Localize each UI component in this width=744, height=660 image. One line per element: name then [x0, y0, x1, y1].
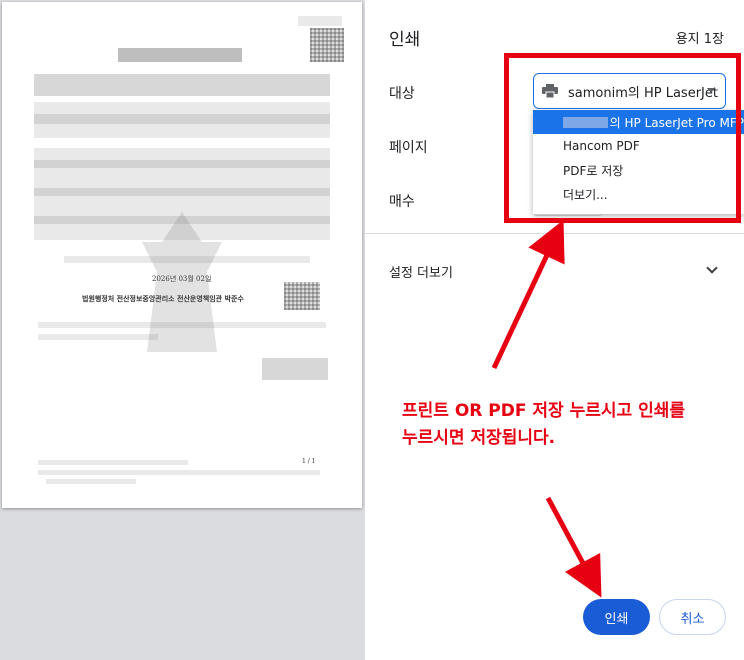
logo-mark — [298, 16, 342, 26]
destination-select[interactable]: samonim의 HP LaserJet — [533, 73, 726, 109]
dialog-title: 인쇄 — [389, 30, 421, 50]
family-table-row2 — [34, 188, 330, 196]
court-watermark — [142, 212, 222, 352]
destination-label: 대상 — [389, 86, 415, 102]
dropdown-option-save-as-pdf[interactable]: PDF로 저장 — [533, 158, 744, 182]
chevron-down-icon — [706, 262, 718, 274]
settings-divider — [365, 233, 744, 234]
destination-dropdown: 의 HP LaserJet Pro MFP Hancom PDF PDF로 저장… — [533, 110, 744, 214]
annotation-text: 프린트 OR PDF 저장 누르시고 인쇄를 누르시면 저장됩니다. — [402, 398, 742, 452]
print-button[interactable]: 인쇄 — [583, 599, 650, 635]
serial-block — [262, 358, 328, 380]
footer-line-2 — [38, 470, 320, 475]
document-title — [118, 48, 242, 62]
footer-page-number: 1 / 1 — [302, 458, 316, 465]
printer-icon — [542, 84, 558, 98]
qr-code-top — [310, 28, 344, 62]
more-settings-toggle[interactable]: 설정 더보기 — [365, 250, 744, 290]
cancel-button[interactable]: 취소 — [659, 599, 726, 635]
print-preview-area: 2026년 03월 02일 법원행정처 전산정보중앙관리소 전산운영책임관 박준… — [0, 0, 365, 660]
print-settings-panel: 인쇄 용지 1장 대상 samonim의 HP LaserJet 페이지 매수 … — [365, 0, 744, 660]
sheet-count: 용지 1장 — [675, 32, 724, 47]
qr-code-seal — [284, 282, 320, 310]
footer-line-1 — [38, 460, 188, 465]
info-table-3 — [34, 114, 330, 124]
copies-label: 매수 — [389, 194, 415, 210]
pages-label: 페이지 — [389, 140, 428, 156]
chevron-down-icon — [707, 88, 715, 93]
masked-username — [563, 116, 608, 128]
footer-line-3 — [46, 479, 136, 484]
dropdown-option-see-more[interactable]: 더보기... — [533, 182, 744, 206]
dropdown-option-hp-laserjet-pro[interactable]: 의 HP LaserJet Pro MFP — [533, 110, 744, 134]
preview-page: 2026년 03월 02일 법원행정처 전산정보중앙관리소 전산운영책임관 박준… — [2, 2, 362, 508]
more-settings-label: 설정 더보기 — [389, 266, 453, 281]
annotation-line-1: 프린트 OR PDF 저장 누르시고 인쇄를 — [402, 401, 685, 421]
info-table-1 — [34, 74, 330, 96]
dropdown-option-hancom-pdf[interactable]: Hancom PDF — [533, 134, 744, 158]
annotation-line-2: 누르시면 저장됩니다. — [402, 428, 556, 448]
destination-selected-value: samonim의 HP LaserJet — [568, 85, 718, 101]
family-table-row1 — [34, 160, 330, 168]
